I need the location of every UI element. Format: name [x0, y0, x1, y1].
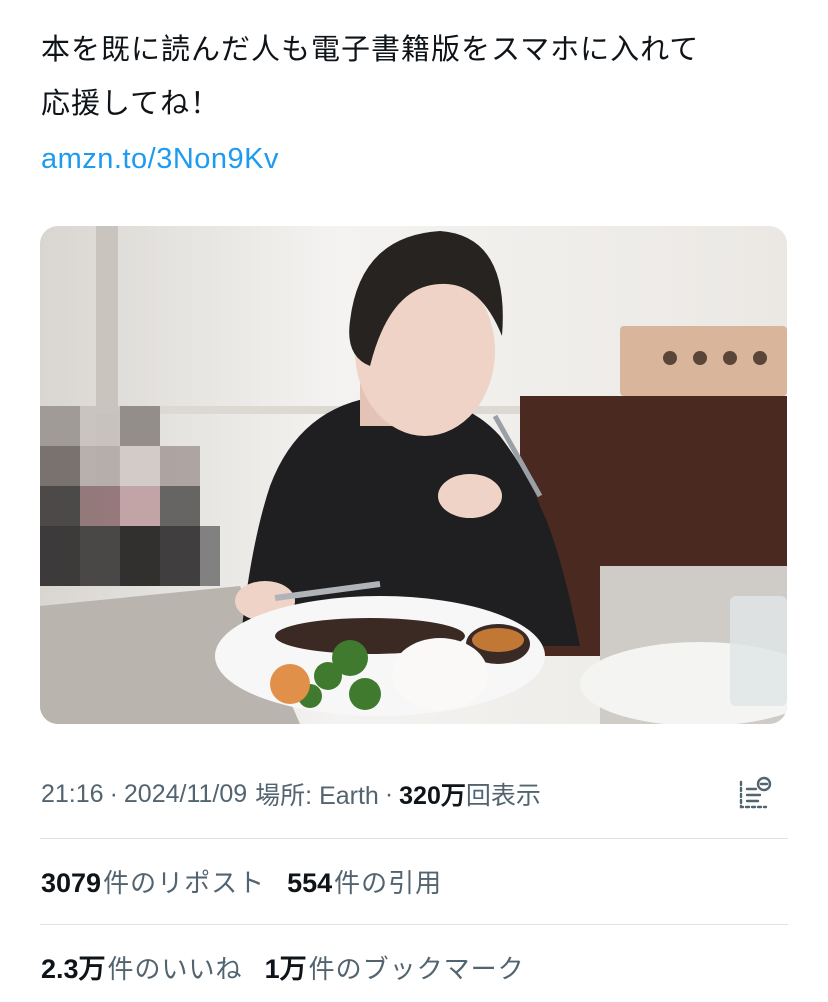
likes-count: 2.3万	[41, 953, 106, 984]
tweet-text-line-2: 応援してね！	[41, 86, 221, 120]
meta-separator: ·	[384, 779, 394, 808]
tweet-text-line-1: 本を既に読んだ人も電子書籍版をスマホに入れて	[41, 32, 700, 66]
bookmarks-label: 件のブックマーク	[308, 954, 525, 985]
tweet-text: 本を既に読んだ人も電子書籍版をスマホに入れて 応援してね！	[41, 22, 801, 130]
quotes-stat[interactable]: 554 件の引用	[287, 863, 442, 900]
meta-separator: ·	[109, 779, 118, 808]
tweet-photo[interactable]	[40, 226, 787, 724]
bookmarks-count: 1万	[264, 953, 307, 984]
likes-stat[interactable]: 2.3万 件のいいね	[41, 947, 243, 986]
engagement-row-1: 3079 件のリポスト 554 件の引用	[41, 857, 464, 905]
post-time[interactable]: 21:16	[41, 780, 104, 809]
views-count: 320万	[399, 782, 466, 810]
bookmarks-stat[interactable]: 1万 件のブックマーク	[265, 947, 525, 986]
post-date[interactable]: 2024/11/09	[124, 780, 247, 809]
reposts-stat[interactable]: 3079 件のリポスト	[41, 863, 265, 900]
post-meta: 21:16 · 2024/11/09 場所: Earth · 320万 回表示	[41, 770, 541, 818]
divider	[40, 838, 788, 839]
post-analytics-icon	[739, 776, 772, 809]
reposts-count: 3079	[41, 867, 102, 898]
likes-label: 件のいいね	[107, 954, 243, 985]
photo-illustration	[40, 226, 787, 724]
quotes-count: 554	[287, 867, 333, 898]
views-label: 回表示	[465, 782, 541, 810]
post-location: 場所: Earth	[255, 782, 379, 810]
divider	[40, 924, 788, 925]
reposts-label: 件のリポスト	[103, 868, 266, 899]
amazon-link[interactable]: amzn.to/3Non9Kv	[41, 132, 279, 186]
engagement-row-2: 2.3万 件のいいね 1万 件のブックマーク	[41, 942, 547, 990]
post-analytics-button[interactable]	[736, 774, 774, 812]
quotes-label: 件の引用	[334, 868, 443, 899]
